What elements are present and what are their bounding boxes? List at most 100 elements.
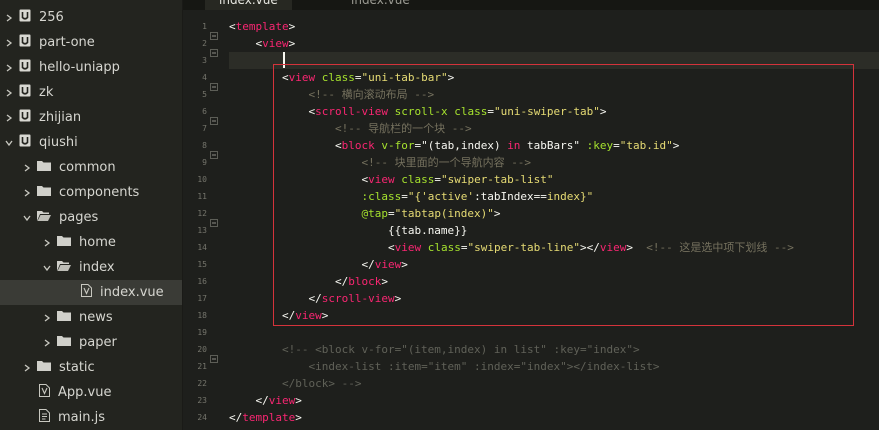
line-number: 15: [197, 260, 207, 269]
chevron-right-icon[interactable]: [5, 13, 13, 22]
project-icon: [19, 59, 31, 76]
line-number: 13: [197, 226, 207, 235]
line-number: 14: [197, 243, 207, 252]
tree-item-index[interactable]: index: [0, 255, 182, 280]
line-number: 2: [202, 39, 207, 48]
project-icon: [19, 84, 31, 101]
line-number: 22: [197, 379, 207, 388]
vue-file-icon: [81, 284, 92, 301]
tree-item-label: home: [79, 235, 116, 250]
fold-toggle-icon[interactable]: [210, 25, 218, 40]
tree-item-news[interactable]: news: [0, 305, 182, 330]
tree-item-part-one[interactable]: part-one: [0, 30, 182, 55]
fold-toggle-icon[interactable]: [210, 110, 218, 125]
chevron-down-icon[interactable]: [23, 214, 31, 222]
code-line-23: </view>: [255, 394, 302, 407]
line-number: 10: [197, 175, 207, 184]
code-line-21: <index-list :item="item" :index="index">…: [308, 360, 660, 373]
line-number: 6: [202, 107, 207, 116]
tree-item-common[interactable]: common: [0, 155, 182, 180]
folder-icon: [57, 335, 71, 350]
project-icon: [19, 134, 31, 151]
line-number: 24: [197, 413, 207, 422]
code-line-2: <view>: [255, 37, 296, 50]
tree-item-home[interactable]: home: [0, 230, 182, 255]
tree-item-label: news: [79, 310, 113, 325]
line-number: 5: [202, 90, 207, 99]
folder-icon: [57, 310, 71, 325]
annotation-highlight-box: [273, 64, 854, 326]
line-number: 1: [202, 22, 207, 31]
line-number: 21: [197, 362, 207, 371]
project-icon: [19, 34, 31, 51]
fold-toggle-icon[interactable]: [210, 212, 218, 227]
tree-item-label: index.vue: [100, 285, 164, 300]
tree-item-qiushi[interactable]: qiushi: [0, 130, 182, 155]
tree-item-label: static: [59, 360, 95, 375]
tree-item-components[interactable]: components: [0, 180, 182, 205]
tab-index-vue[interactable]: index.vue: [205, 0, 292, 10]
chevron-right-icon[interactable]: [43, 338, 51, 347]
fold-toggle-icon[interactable]: [210, 42, 218, 57]
tree-item-app-vue[interactable]: App.vue: [0, 380, 182, 405]
chevron-down-icon[interactable]: [43, 264, 51, 272]
tree-item-paper[interactable]: paper: [0, 330, 182, 355]
tree-item-label: common: [59, 160, 116, 175]
tree-item-256[interactable]: 256: [0, 5, 182, 30]
chevron-right-icon[interactable]: [43, 313, 51, 322]
project-icon: [19, 109, 31, 126]
tree-item-static[interactable]: static: [0, 355, 182, 380]
chevron-right-icon[interactable]: [5, 113, 13, 122]
tree-item-label: main.js: [58, 410, 105, 425]
chevron-right-icon[interactable]: [5, 38, 13, 47]
tree-item-index-vue[interactable]: index.vue: [0, 280, 182, 305]
tree-item-hello-uniapp[interactable]: hello-uniapp: [0, 55, 182, 80]
folder-open-icon: [37, 210, 51, 225]
line-number: 19: [197, 328, 207, 337]
line-number: 20: [197, 345, 207, 354]
line-number: 11: [197, 192, 207, 201]
js-file-icon: [39, 409, 50, 426]
tree-item-pages[interactable]: pages: [0, 205, 182, 230]
code-line-1: <template>: [229, 20, 296, 33]
tree-item-zk[interactable]: zk: [0, 80, 182, 105]
tree-item-label: 256: [39, 10, 64, 25]
code-line-20: <!-- <block v-for="(item,index) in list"…: [281, 343, 640, 356]
code-editor[interactable]: index.vue index.vue 1 2 3 4 5 6 7 8 9 10…: [183, 0, 879, 430]
line-number: 23: [197, 396, 207, 405]
tree-item-label: zk: [39, 85, 54, 100]
chevron-right-icon[interactable]: [23, 163, 31, 172]
tree-item-label: pages: [59, 210, 99, 225]
fold-toggle-icon[interactable]: [210, 144, 218, 159]
tree-item-main-js[interactable]: main.js: [0, 405, 182, 430]
folder-icon: [37, 185, 51, 200]
tree-item-label: components: [59, 185, 140, 200]
tab-index-vue-2[interactable]: index.vue: [337, 0, 424, 10]
line-number: 17: [197, 294, 207, 303]
tree-item-label: App.vue: [58, 385, 112, 400]
line-number: 8: [202, 141, 207, 150]
chevron-right-icon[interactable]: [5, 63, 13, 72]
tree-item-label: hello-uniapp: [39, 60, 120, 75]
editor-tab-bar: index.vue index.vue: [183, 0, 879, 10]
fold-toggle-icon[interactable]: [210, 348, 218, 363]
vue-file-icon: [39, 384, 50, 401]
chevron-right-icon[interactable]: [23, 363, 31, 372]
chevron-down-icon[interactable]: [5, 139, 13, 147]
tree-item-label: paper: [79, 335, 117, 350]
tree-item-zhijian[interactable]: zhijian: [0, 105, 182, 130]
chevron-right-icon[interactable]: [5, 88, 13, 97]
chevron-right-icon[interactable]: [43, 238, 51, 247]
code-line-24: </template>: [229, 411, 302, 424]
fold-toggle-icon[interactable]: [210, 76, 218, 91]
project-icon: [19, 9, 31, 26]
folder-icon: [57, 235, 71, 250]
line-number: 4: [202, 73, 207, 82]
tree-item-label: zhijian: [39, 110, 82, 125]
line-number: 3: [202, 56, 207, 65]
chevron-right-icon[interactable]: [23, 188, 31, 197]
folder-icon: [37, 160, 51, 175]
tree-item-label: qiushi: [39, 135, 78, 150]
line-number: 18: [197, 311, 207, 320]
project-explorer: 256 part-one hello-uniapp zk zhijian qiu…: [0, 0, 183, 430]
